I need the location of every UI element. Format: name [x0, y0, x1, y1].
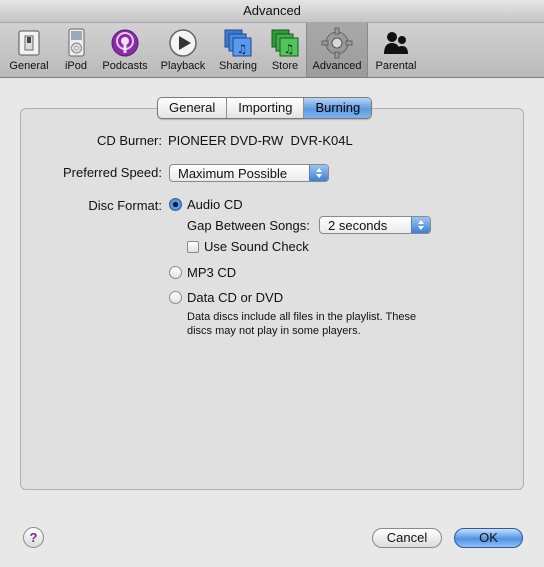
- preferences-toolbar: General iPod Podcasts Playback ♫ Sharing…: [0, 23, 544, 78]
- toolbar-label-sharing: Sharing: [219, 60, 257, 72]
- svg-text:♫: ♫: [284, 42, 295, 56]
- tab-general[interactable]: General: [158, 98, 228, 118]
- cd-burner-label: CD Burner:: [96, 133, 162, 148]
- playback-icon: [167, 27, 199, 59]
- toolbar-item-store[interactable]: ♫ Store: [266, 23, 304, 77]
- gear-icon: [321, 27, 353, 59]
- data-disc-note-line2: discs may not play in some players.: [187, 325, 361, 337]
- disc-format-label: Disc Format:: [88, 198, 162, 213]
- podcasts-icon: [109, 27, 141, 59]
- toolbar-label-store: Store: [271, 60, 299, 72]
- data-disc-note-line1: Data discs include all files in the play…: [187, 311, 417, 323]
- popup-arrows-icon: [411, 217, 430, 233]
- toolbar-label-playback: Playback: [160, 60, 206, 72]
- parental-icon: [380, 27, 412, 59]
- gap-between-songs-value: 2 seconds: [328, 218, 388, 233]
- audio-cd-label[interactable]: Audio CD: [187, 197, 243, 212]
- toolbar-label-advanced: Advanced: [312, 60, 362, 72]
- preferred-speed-select[interactable]: Maximum Possible: [169, 164, 329, 182]
- gap-between-songs-label: Gap Between Songs:: [187, 218, 310, 233]
- toolbar-item-podcasts[interactable]: Podcasts: [98, 23, 152, 77]
- data-cd-label[interactable]: Data CD or DVD: [187, 290, 283, 305]
- toolbar-label-ipod: iPod: [64, 60, 88, 72]
- general-switch-icon: [13, 27, 45, 59]
- toolbar-item-playback[interactable]: Playback: [156, 23, 210, 77]
- mp3-cd-radio[interactable]: [169, 266, 182, 279]
- sound-check-label[interactable]: Use Sound Check: [204, 239, 309, 254]
- sound-check-checkbox[interactable]: [187, 241, 199, 253]
- store-icon: ♫: [269, 27, 301, 59]
- ipod-icon: [60, 27, 92, 59]
- sharing-icon: ♫: [222, 27, 254, 59]
- cancel-button[interactable]: Cancel: [372, 528, 442, 548]
- mp3-cd-label[interactable]: MP3 CD: [187, 265, 236, 280]
- toolbar-item-advanced[interactable]: Advanced: [306, 23, 368, 77]
- svg-text:♫: ♫: [237, 42, 248, 56]
- tab-burning[interactable]: Burning: [304, 98, 372, 118]
- window-title: Advanced: [0, 0, 544, 23]
- tab-bar: General Importing Burning: [157, 97, 373, 119]
- preferred-speed-value: Maximum Possible: [178, 166, 288, 181]
- help-button[interactable]: ?: [23, 527, 44, 548]
- data-cd-radio[interactable]: [169, 291, 182, 304]
- toolbar-item-parental[interactable]: Parental: [370, 23, 422, 77]
- toolbar-label-general: General: [9, 60, 49, 72]
- toolbar-item-general[interactable]: General: [2, 23, 56, 77]
- preferred-speed-label: Preferred Speed:: [62, 165, 162, 180]
- toolbar-label-parental: Parental: [375, 60, 417, 72]
- toolbar-item-ipod[interactable]: iPod: [58, 23, 94, 77]
- popup-arrows-icon: [309, 165, 328, 181]
- tab-importing[interactable]: Importing: [227, 98, 305, 118]
- toolbar-label-podcasts: Podcasts: [102, 60, 148, 72]
- cd-burner-value: PIONEER DVD-RW DVR-K04L: [168, 133, 353, 148]
- ok-button[interactable]: OK: [454, 528, 523, 548]
- gap-between-songs-select[interactable]: 2 seconds: [319, 216, 431, 234]
- toolbar-item-sharing[interactable]: ♫ Sharing: [213, 23, 263, 77]
- audio-cd-radio[interactable]: [169, 198, 182, 211]
